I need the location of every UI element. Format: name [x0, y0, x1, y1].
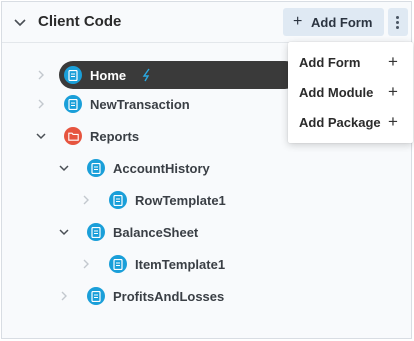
chevron-right-icon [61, 291, 67, 301]
menu-item-label: Add Package [299, 115, 381, 130]
tree-item-home[interactable]: Home [59, 61, 299, 89]
tree-item-reports[interactable]: Reports [34, 124, 284, 150]
tree-item-accounthistory[interactable]: AccountHistory [57, 156, 307, 182]
chevron-right-icon [38, 70, 44, 80]
chevron-down-icon [59, 229, 69, 236]
tree-item-label: NewTransaction [90, 97, 190, 112]
add-menu-dropdown: Add Form + Add Module + Add Package + [288, 42, 413, 143]
form-icon [87, 159, 105, 177]
tree-item-label: ProfitsAndLosses [113, 289, 225, 304]
tree-item-balancesheet[interactable]: BalanceSheet [57, 220, 307, 246]
chevron-right-icon [38, 99, 44, 109]
tree-item-label: ItemTemplate1 [135, 257, 226, 272]
plus-icon: + [388, 112, 398, 131]
add-form-button[interactable]: + Add Form [283, 8, 384, 36]
form-icon [109, 255, 127, 273]
form-icon [87, 287, 105, 305]
form-icon [64, 66, 82, 84]
add-form-button-label: Add Form [311, 15, 373, 30]
more-vertical-icon-dot [396, 26, 399, 29]
more-options-button[interactable] [388, 8, 408, 36]
chevron-down-icon [36, 133, 46, 140]
plus-icon: + [388, 82, 398, 101]
tree-item-label: Home [90, 68, 127, 83]
form-icon [109, 191, 127, 209]
tree-item-newtransaction[interactable]: NewTransaction [34, 92, 284, 118]
tree-item-profitsandlosses[interactable]: ProfitsAndLosses [57, 284, 307, 310]
menu-item-label: Add Form [299, 55, 361, 70]
tree-item-rowtemplate1[interactable]: RowTemplate1 [79, 188, 329, 214]
panel-header: Client Code + Add Form [2, 2, 411, 43]
plus-icon: + [293, 13, 303, 30]
menu-item-add-module[interactable]: Add Module + [288, 77, 413, 107]
more-vertical-icon [396, 16, 399, 19]
chevron-down-icon [59, 165, 69, 172]
tree-item-label: AccountHistory [113, 161, 210, 176]
chevron-right-icon [83, 195, 89, 205]
tree-item-home-expander[interactable] [34, 63, 54, 89]
tree-item-label: BalanceSheet [113, 225, 199, 240]
plus-icon: + [388, 52, 398, 71]
chevron-right-icon [83, 259, 89, 269]
client-code-panel: Client Code + Add Form Home NewTransacti… [1, 1, 413, 339]
panel-title: Client Code [38, 13, 122, 30]
menu-item-add-package[interactable]: Add Package + [288, 107, 413, 137]
form-icon [64, 95, 82, 113]
chevron-down-icon[interactable] [12, 14, 28, 30]
lightning-icon [142, 68, 150, 82]
tree-item-itemtemplate1[interactable]: ItemTemplate1 [79, 252, 329, 278]
tree-item-label: Reports [90, 129, 140, 144]
more-vertical-icon-dot [396, 21, 399, 24]
form-icon [87, 223, 105, 241]
tree-item-label: RowTemplate1 [135, 193, 226, 208]
folder-icon [64, 127, 82, 145]
menu-item-add-form[interactable]: Add Form + [288, 47, 413, 77]
menu-item-label: Add Module [299, 85, 374, 100]
